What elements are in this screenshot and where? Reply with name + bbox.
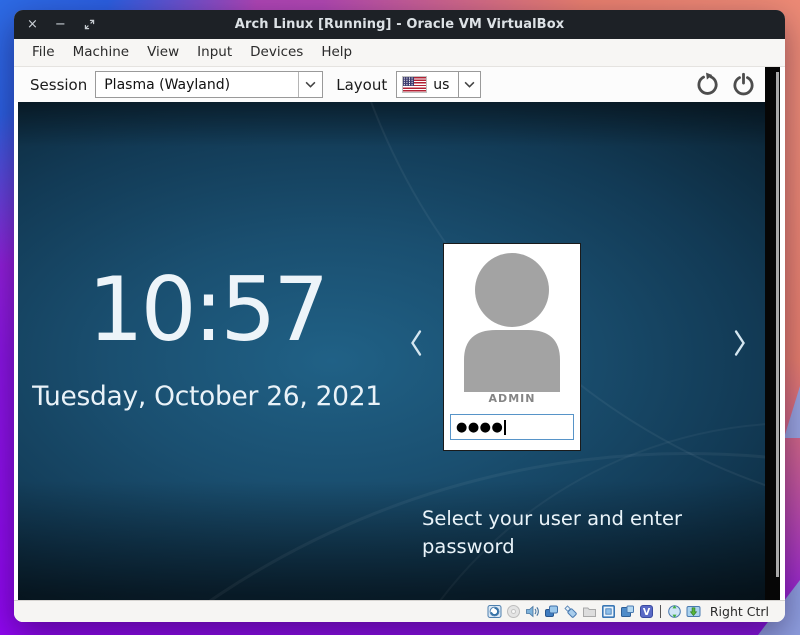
previous-user-button[interactable] (408, 326, 424, 364)
vertical-scrollbar[interactable] (776, 72, 779, 577)
close-button[interactable]: × (27, 18, 38, 31)
display-status-icon[interactable] (601, 604, 616, 619)
power-button[interactable] (731, 72, 756, 97)
shared-folders-status-icon[interactable] (582, 604, 597, 619)
menu-devices[interactable]: Devices (241, 39, 312, 66)
restore-button[interactable] (83, 18, 96, 31)
menu-file[interactable]: File (23, 39, 64, 66)
password-masked-value: ●●●● (456, 421, 503, 434)
chevron-left-icon (408, 326, 424, 360)
session-select-value: Plasma (Wayland) (96, 77, 298, 93)
vm-features-status-icon[interactable]: V (639, 604, 654, 619)
layout-select-dropdown[interactable] (458, 71, 481, 98)
password-input[interactable]: ●●●● (450, 414, 574, 440)
usb-devices-status-icon[interactable] (563, 604, 578, 619)
clock-date: Tuesday, October 26, 2021 (18, 381, 396, 412)
keyboard-status-icon[interactable] (686, 604, 701, 619)
login-hint-text: Select your user and enter password (422, 505, 690, 560)
restart-icon (695, 72, 720, 97)
chevron-down-icon[interactable] (298, 72, 322, 97)
session-select[interactable]: Plasma (Wayland) (95, 71, 323, 98)
hard-disks-status-icon[interactable] (487, 604, 502, 619)
host-key-label: Right Ctrl (710, 604, 769, 619)
minimize-button[interactable]: − (55, 18, 66, 31)
network-status-icon[interactable] (544, 604, 559, 619)
audio-status-icon[interactable] (525, 604, 540, 619)
text-caret (504, 420, 506, 435)
restart-button[interactable] (695, 72, 720, 97)
recording-status-icon[interactable] (620, 604, 635, 619)
us-flag-icon (402, 76, 427, 93)
session-bar: Session Plasma (Wayland) Layout us (14, 67, 765, 102)
layout-select-value: us (433, 77, 449, 93)
username-label: ADMIN (444, 392, 580, 405)
optical-drives-status-icon[interactable] (506, 604, 521, 619)
menu-input[interactable]: Input (188, 39, 241, 66)
menu-machine[interactable]: Machine (64, 39, 139, 66)
vm-display: 10:57 Tuesday, October 26, 2021 ADMIN ●●… (18, 102, 765, 600)
window-title: Arch Linux [Running] - Oracle VM Virtual… (14, 17, 785, 32)
menubar: File Machine View Input Devices Help (14, 39, 785, 67)
layout-select[interactable]: us (396, 71, 458, 98)
next-user-button[interactable] (732, 326, 748, 364)
titlebar[interactable]: × − Arch Linux [Running] - Oracle VM Vir… (14, 10, 785, 39)
clock-time: 10:57 (18, 266, 396, 354)
mouse-integration-status-icon[interactable] (667, 604, 682, 619)
features-glyph: V (643, 607, 651, 618)
menu-view[interactable]: View (138, 39, 188, 66)
session-label: Session (30, 76, 87, 94)
user-card[interactable]: ADMIN ●●●● (443, 243, 581, 451)
restore-icon (83, 18, 96, 31)
layout-label: Layout (336, 76, 387, 94)
virtualbox-window: × − Arch Linux [Running] - Oracle VM Vir… (14, 10, 785, 622)
user-avatar (444, 244, 580, 392)
statusbar: V Right Ctrl (14, 600, 785, 622)
power-icon (731, 72, 756, 97)
wallpaper-wedge (784, 386, 800, 438)
statusbar-separator (660, 605, 661, 618)
menu-help[interactable]: Help (312, 39, 361, 66)
chevron-down-icon (464, 81, 475, 88)
chevron-right-icon (732, 326, 748, 360)
clock: 10:57 Tuesday, October 26, 2021 (18, 266, 396, 412)
